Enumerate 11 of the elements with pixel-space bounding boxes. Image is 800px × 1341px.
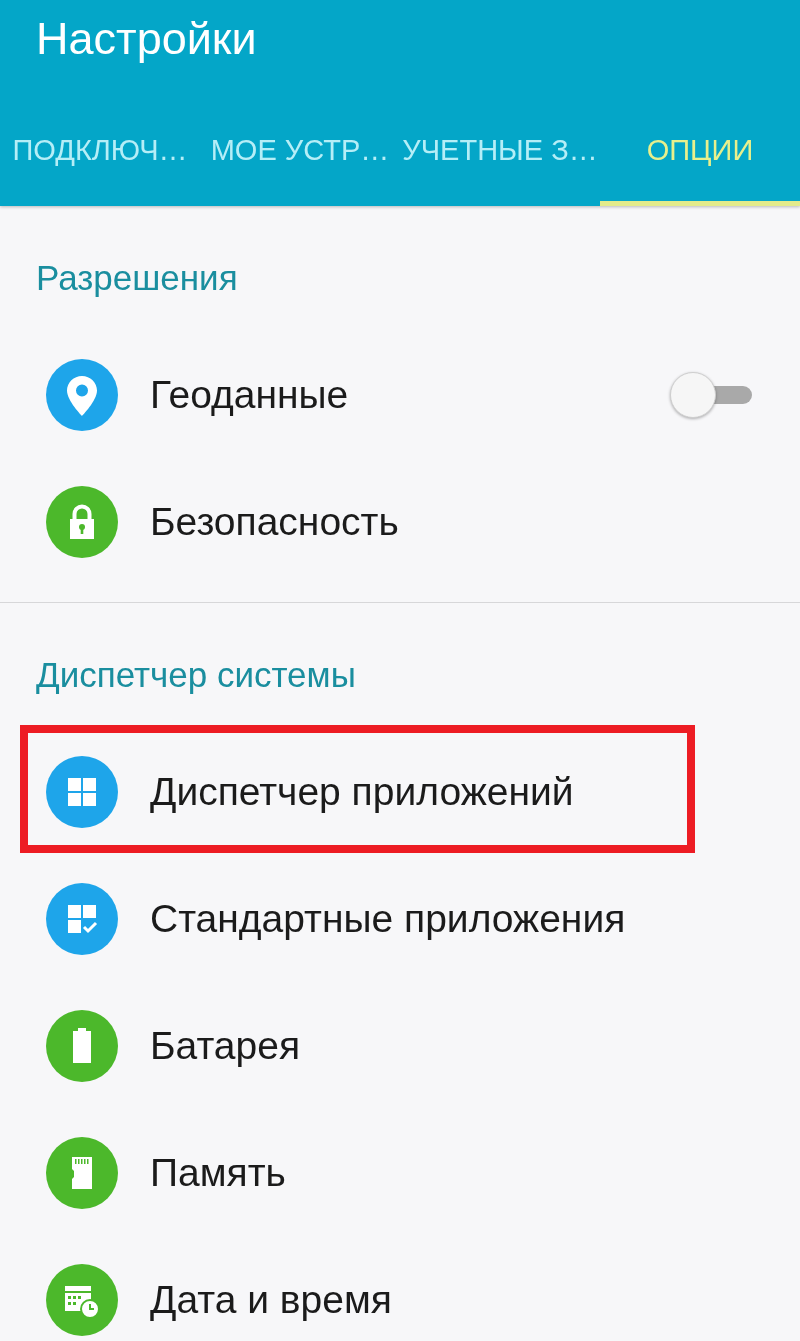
setting-label[interactable]: Геоданные: [150, 372, 349, 418]
setting-label[interactable]: Батарея: [150, 1023, 301, 1069]
setting-label[interactable]: Диспетчер приложений: [150, 769, 574, 815]
setting-label[interactable]: Стандартные приложения: [150, 896, 626, 942]
setting-label[interactable]: Безопасность: [150, 499, 399, 545]
section-heading: Разрешения: [35, 258, 239, 298]
toggle-switch[interactable]: [670, 372, 752, 418]
section-heading: Диспетчер системы: [35, 655, 357, 695]
setting-label[interactable]: Память: [150, 1150, 286, 1196]
setting-label[interactable]: Дата и время: [150, 1277, 392, 1323]
screen-title: Настройки: [35, 12, 258, 66]
